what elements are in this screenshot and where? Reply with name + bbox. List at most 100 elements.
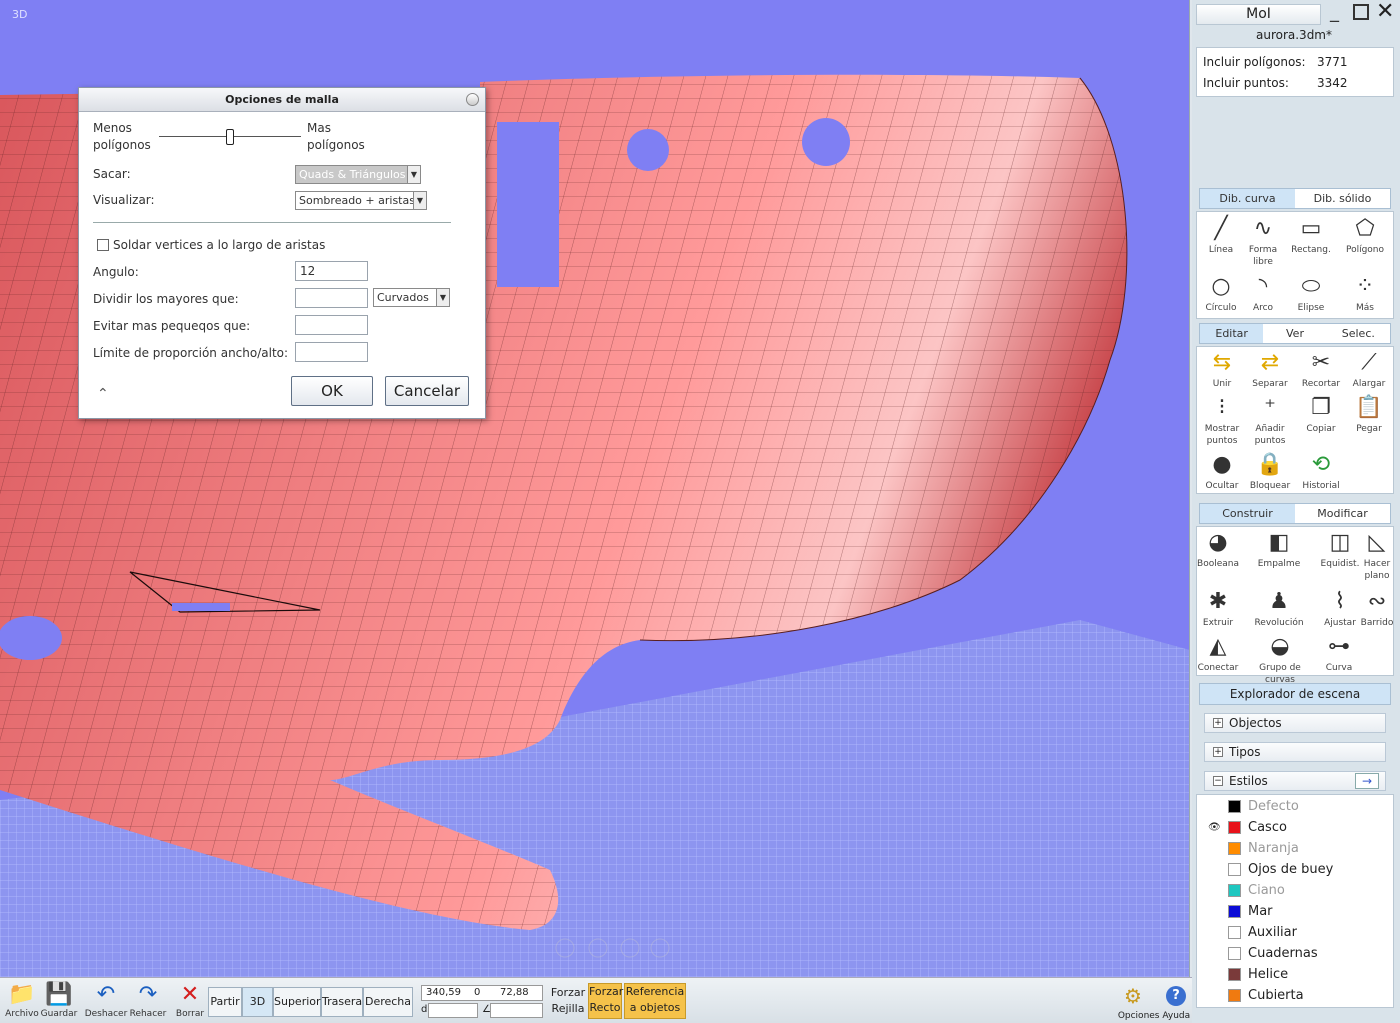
- tab-draw-solid[interactable]: Dib. sólido: [1295, 189, 1390, 208]
- scene-browser-title[interactable]: Explorador de escena: [1199, 683, 1391, 705]
- divide-mode-select[interactable]: Curvados ▼: [373, 288, 450, 307]
- lock-tool[interactable]: 🔒 Bloquear: [1245, 452, 1295, 492]
- style-color-swatch[interactable]: [1228, 842, 1241, 855]
- hide-tool[interactable]: ● Ocultar: [1197, 452, 1247, 492]
- style-row[interactable]: Cuadernas: [1198, 943, 1388, 964]
- tree-objects[interactable]: + Objectos: [1204, 713, 1386, 733]
- boolean-icon: ◕: [1208, 530, 1228, 555]
- style-row[interactable]: Cubierta: [1198, 985, 1388, 1006]
- sweep-tool[interactable]: ∾ Barrido: [1352, 589, 1400, 629]
- output-select[interactable]: Quads & Triángulos ▼: [295, 165, 421, 184]
- style-row[interactable]: Naranja: [1198, 838, 1388, 859]
- options-icon[interactable]: ⚙: [1124, 984, 1142, 1008]
- style-row[interactable]: Helice: [1198, 964, 1388, 985]
- undo-button[interactable]: ↶ Deshacer: [84, 982, 128, 1019]
- separate-tool[interactable]: ⇄ Separar: [1245, 350, 1295, 390]
- show-points-tool[interactable]: ⁝ Mostrar puntos: [1197, 395, 1247, 447]
- weld-checkbox[interactable]: [97, 239, 109, 251]
- delete-button[interactable]: ✕ Borrar: [172, 982, 208, 1019]
- tab-draw-curve[interactable]: Dib. curva: [1200, 189, 1295, 208]
- file-button[interactable]: 📁 Archivo: [4, 982, 40, 1019]
- style-color-swatch[interactable]: [1228, 905, 1241, 918]
- expand-icon: +: [1213, 747, 1223, 757]
- style-row[interactable]: Mar: [1198, 901, 1388, 922]
- style-row[interactable]: Ojos de buey: [1198, 859, 1388, 880]
- style-row[interactable]: Ciano: [1198, 880, 1388, 901]
- join-tool[interactable]: ⇆ Unir: [1197, 350, 1247, 390]
- polygon-tool[interactable]: ⬠ Polígono: [1340, 216, 1390, 256]
- ok-button[interactable]: OK: [291, 376, 373, 406]
- revolve-tool[interactable]: ♟ Revolución: [1254, 589, 1304, 629]
- tab-modify[interactable]: Modificar: [1295, 504, 1390, 523]
- arc-icon: ◝: [1258, 274, 1268, 299]
- divide-input[interactable]: [295, 288, 368, 308]
- straight-snap-toggle[interactable]: Forzar Recto: [588, 983, 623, 1019]
- arrow-right-icon[interactable]: →: [1355, 773, 1379, 789]
- style-color-swatch[interactable]: [1228, 989, 1241, 1002]
- save-button[interactable]: 💾 Guardar: [40, 982, 78, 1019]
- curve-group-tool[interactable]: ◒ Grupo de curvas: [1254, 634, 1306, 686]
- arc-tool[interactable]: ◝ Arco: [1238, 274, 1288, 314]
- restore-icon[interactable]: [1353, 4, 1369, 20]
- freeform-tool[interactable]: ∿ Forma libre: [1238, 216, 1288, 268]
- add-points-tool[interactable]: ⁺ Añadir puntos: [1245, 395, 1295, 447]
- network-tool[interactable]: ◭ Conectar: [1193, 634, 1243, 674]
- style-row[interactable]: 👁 Casco: [1198, 817, 1388, 838]
- style-color-swatch[interactable]: [1228, 968, 1241, 981]
- cancel-button[interactable]: Cancelar: [385, 376, 469, 406]
- history-tool[interactable]: ⟲ Historial: [1296, 452, 1346, 492]
- collapse-icon[interactable]: ⌃: [97, 386, 109, 402]
- ellipse-tool[interactable]: ⬭ Elipse: [1286, 274, 1336, 314]
- style-color-swatch[interactable]: [1228, 884, 1241, 897]
- object-snap-toggle[interactable]: Referencia a objetos: [624, 983, 686, 1019]
- view-split-button[interactable]: Partir: [208, 987, 242, 1017]
- fillet-tool[interactable]: ◧ Empalme: [1254, 530, 1304, 570]
- coordinates-readout: 340,59 0 72,88: [421, 985, 543, 1001]
- app-name: MoI: [1196, 4, 1321, 25]
- help-icon[interactable]: ?: [1166, 986, 1186, 1006]
- close-icon[interactable]: ✕: [1376, 0, 1394, 24]
- style-color-swatch[interactable]: [1228, 821, 1241, 834]
- redo-button[interactable]: ↷ Rehacer: [128, 982, 168, 1019]
- tab-view[interactable]: Ver: [1263, 324, 1326, 343]
- ratio-input[interactable]: [295, 342, 368, 362]
- avoid-input[interactable]: [295, 315, 368, 335]
- eye-icon[interactable]: 👁: [1208, 817, 1221, 838]
- style-row[interactable]: Auxiliar: [1198, 922, 1388, 943]
- tree-types[interactable]: + Tipos: [1204, 742, 1386, 762]
- dialog-titlebar[interactable]: Opciones de malla: [79, 88, 485, 112]
- tab-construct[interactable]: Construir: [1200, 504, 1295, 523]
- curve-group-icon: ◒: [1270, 634, 1290, 659]
- style-color-swatch[interactable]: [1228, 800, 1241, 813]
- view-3d-button[interactable]: 3D: [242, 987, 273, 1017]
- tab-edit[interactable]: Editar: [1200, 324, 1264, 343]
- distance-input[interactable]: [428, 1003, 478, 1018]
- tree-styles[interactable]: − Estilos →: [1204, 771, 1386, 791]
- extend-tool[interactable]: ⟋ Alargar: [1344, 350, 1394, 390]
- view-right-button[interactable]: Derecha: [363, 987, 413, 1017]
- style-row[interactable]: Defecto: [1198, 796, 1388, 817]
- minimize-icon[interactable]: _: [1330, 2, 1339, 23]
- angle-input[interactable]: 12: [295, 261, 368, 281]
- view-top-button[interactable]: Superior: [273, 987, 321, 1017]
- rectangle-tool[interactable]: ▭ Rectang.: [1286, 216, 1336, 256]
- view-back-button[interactable]: Trasera: [321, 987, 363, 1017]
- close-icon[interactable]: [466, 93, 479, 106]
- trim-tool[interactable]: ✂ Recortar: [1296, 350, 1346, 390]
- style-color-swatch[interactable]: [1228, 863, 1241, 876]
- density-slider-thumb[interactable]: [226, 129, 234, 145]
- style-color-swatch[interactable]: [1228, 926, 1241, 939]
- copy-tool[interactable]: ❐ Copiar: [1296, 395, 1346, 435]
- boolean-tool[interactable]: ◕ Booleana: [1193, 530, 1243, 570]
- extrude-tool[interactable]: ✱ Extruir: [1193, 589, 1243, 629]
- more-tool[interactable]: ⁘ Más: [1340, 274, 1390, 314]
- tab-select[interactable]: Selec.: [1327, 324, 1390, 343]
- paste-tool[interactable]: 📋 Pegar: [1344, 395, 1394, 435]
- planar-tool[interactable]: ◺ Hacer plano: [1352, 530, 1400, 582]
- angle-input[interactable]: [490, 1003, 543, 1018]
- grid-snap-toggle[interactable]: Forzar Rejilla: [550, 985, 586, 1017]
- curve-tool[interactable]: ⊶ Curva: [1314, 634, 1364, 674]
- mesh-options-dialog: Opciones de malla Menos polígonos Mas polí…: [78, 87, 486, 419]
- style-color-swatch[interactable]: [1228, 947, 1241, 960]
- display-select[interactable]: Sombreado + aristas ▼: [295, 191, 427, 210]
